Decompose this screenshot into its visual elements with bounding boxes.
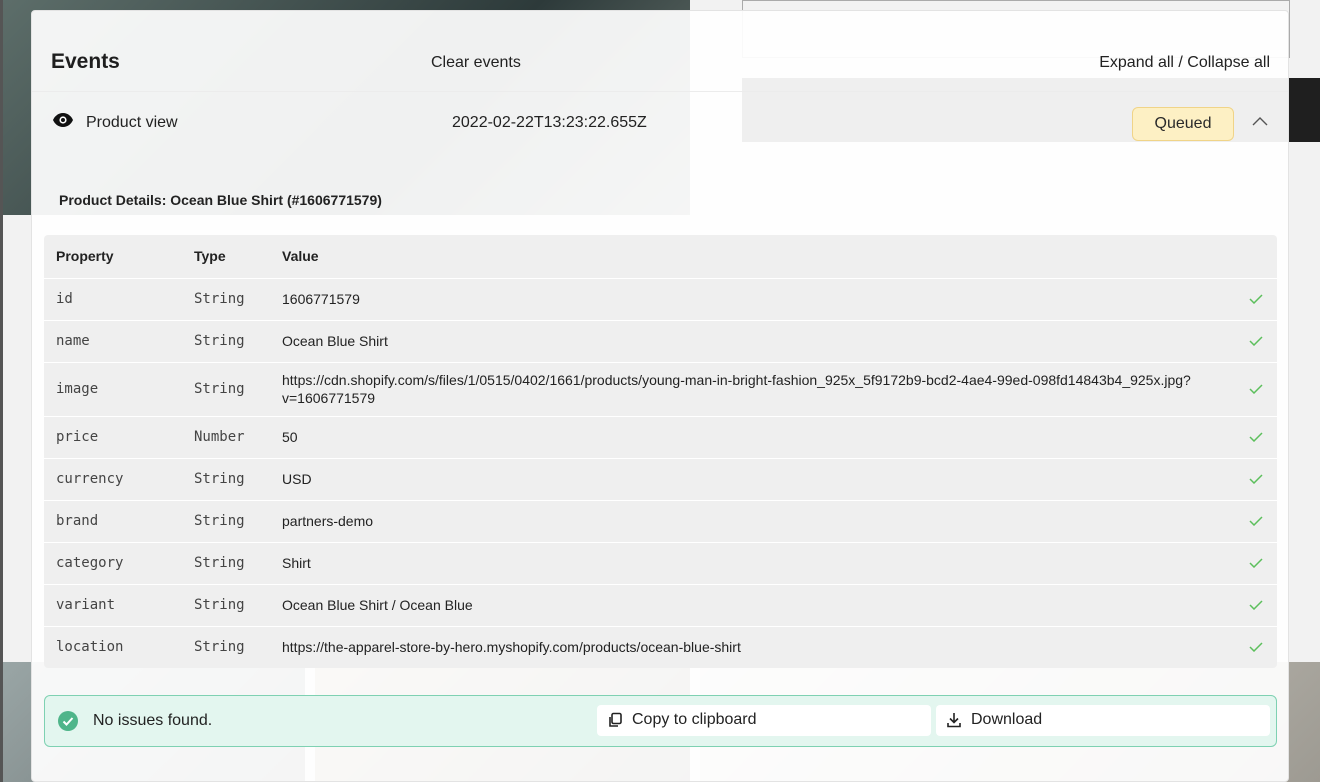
table-header-row: Property Type Value xyxy=(44,235,1277,278)
property-name: currency xyxy=(44,457,182,500)
column-header-value: Value xyxy=(282,248,319,265)
property-value: https://cdn.shopify.com/s/files/1/0515/0… xyxy=(270,361,1235,416)
check-icon xyxy=(1249,642,1263,652)
property-type: String xyxy=(182,277,270,320)
property-value: Ocean Blue Shirt xyxy=(270,319,1235,362)
window-edge xyxy=(0,0,3,782)
property-name: name xyxy=(44,319,182,362)
copy-icon xyxy=(609,712,622,727)
success-check-icon xyxy=(58,711,78,731)
property-name: id xyxy=(44,277,182,320)
check-icon xyxy=(1249,384,1263,394)
property-type: String xyxy=(182,499,270,542)
column-header-status xyxy=(1235,235,1277,278)
property-type: String xyxy=(182,361,270,416)
table-row: price Number 50 xyxy=(44,415,1277,458)
expand-collapse-toggle[interactable]: Expand all / Collapse all xyxy=(1099,54,1270,72)
property-value: 1606771579 xyxy=(270,277,1235,320)
eye-icon xyxy=(53,113,73,127)
validation-footer: No issues found. Copy to clipboard Downl… xyxy=(44,695,1277,747)
copy-button-label: Copy to clipboard xyxy=(632,711,757,728)
property-value: Ocean Blue Shirt / Ocean Blue xyxy=(270,583,1235,626)
chevron-up-icon[interactable] xyxy=(1252,116,1268,126)
property-value: partners-demo xyxy=(270,499,1235,542)
property-name: price xyxy=(44,415,182,458)
table-row: currency String USD xyxy=(44,457,1277,500)
clear-events-button[interactable]: Clear events xyxy=(431,54,521,72)
table-row: image String https://cdn.shopify.com/s/f… xyxy=(44,361,1277,416)
event-name: Product view xyxy=(86,114,178,131)
property-type: String xyxy=(182,583,270,626)
panel-title: Events xyxy=(51,50,120,73)
column-header-type: Type xyxy=(194,248,226,265)
copy-to-clipboard-button[interactable]: Copy to clipboard xyxy=(597,705,931,736)
check-icon xyxy=(1249,432,1263,442)
table-row: location String https://the-apparel-stor… xyxy=(44,625,1277,668)
download-icon xyxy=(947,713,961,728)
property-value: USD xyxy=(270,457,1235,500)
events-header: Events Clear events Expand all / Collaps… xyxy=(32,11,1288,92)
product-details-title: Product Details: Ocean Blue Shirt (#1606… xyxy=(59,192,382,208)
property-type: String xyxy=(182,319,270,362)
property-name: location xyxy=(44,625,182,668)
property-value: https://the-apparel-store-by-hero.myshop… xyxy=(270,625,1235,668)
table-row: name String Ocean Blue Shirt xyxy=(44,319,1277,362)
property-name: variant xyxy=(44,583,182,626)
table-row: id String 1606771579 xyxy=(44,277,1277,320)
check-icon xyxy=(1249,516,1263,526)
column-header-property: Property xyxy=(56,248,114,265)
property-name: brand xyxy=(44,499,182,542)
property-type: String xyxy=(182,457,270,500)
check-icon xyxy=(1249,336,1263,346)
check-icon xyxy=(1249,558,1263,568)
table-row: category String Shirt xyxy=(44,541,1277,584)
property-value: 50 xyxy=(270,415,1235,458)
property-name: category xyxy=(44,541,182,584)
table-row: brand String partners-demo xyxy=(44,499,1277,542)
check-icon xyxy=(1249,294,1263,304)
status-badge: Queued xyxy=(1132,107,1234,141)
property-value: Shirt xyxy=(270,541,1235,584)
property-type: String xyxy=(182,541,270,584)
property-name: image xyxy=(44,361,182,416)
check-icon xyxy=(1249,600,1263,610)
event-row[interactable]: Product view 2022-02-22T13:23:22.655Z Qu… xyxy=(32,92,1288,152)
property-type: Number xyxy=(182,415,270,458)
validation-status-text: No issues found. xyxy=(93,712,213,729)
properties-table: Property Type Value id String 1606771579… xyxy=(44,235,1277,668)
table-row: variant String Ocean Blue Shirt / Ocean … xyxy=(44,583,1277,626)
event-timestamp: 2022-02-22T13:23:22.655Z xyxy=(452,114,647,131)
events-panel: Events Clear events Expand all / Collaps… xyxy=(31,10,1289,782)
check-icon xyxy=(1249,474,1263,484)
download-button[interactable]: Download xyxy=(936,705,1270,736)
download-button-label: Download xyxy=(971,711,1043,728)
property-type: String xyxy=(182,625,270,668)
